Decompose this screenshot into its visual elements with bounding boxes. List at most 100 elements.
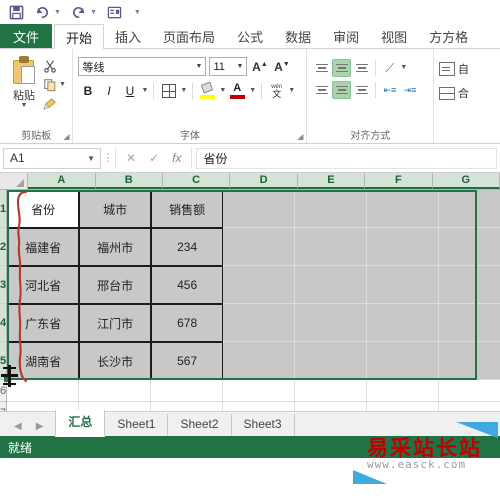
cell-c3[interactable]: 456 bbox=[151, 266, 224, 304]
column-header-e[interactable]: E bbox=[297, 173, 366, 189]
cell-g4[interactable] bbox=[439, 304, 500, 342]
tab-insert[interactable]: 插入 bbox=[104, 24, 152, 48]
font-name-dropdown-icon[interactable]: ▼ bbox=[196, 63, 203, 70]
clipboard-dialog-launcher-icon[interactable]: ◢ bbox=[63, 132, 69, 141]
row-header-4[interactable]: 4 bbox=[0, 304, 7, 342]
font-size-dropdown-icon[interactable]: ▼ bbox=[237, 63, 244, 70]
cell-b2[interactable]: 福州市 bbox=[79, 228, 152, 266]
sheet-tab-huizong[interactable]: 汇总 bbox=[55, 410, 106, 437]
cell-e7[interactable] bbox=[295, 402, 368, 411]
formula-input[interactable]: 省份 bbox=[196, 147, 497, 169]
cell-b1[interactable]: 城市 bbox=[79, 190, 152, 228]
redo-icon[interactable] bbox=[70, 4, 87, 21]
cell-e2[interactable] bbox=[295, 228, 368, 266]
cell-f3[interactable] bbox=[367, 266, 440, 304]
copy-dropdown-icon[interactable]: ▼ bbox=[59, 81, 66, 88]
row-header-3[interactable]: 3 bbox=[0, 266, 7, 304]
cell-c7[interactable] bbox=[151, 402, 224, 411]
row-header-2[interactable]: 2 bbox=[0, 228, 7, 266]
orientation-dropdown-icon[interactable]: ▼ bbox=[400, 64, 407, 71]
undo-dropdown-icon[interactable]: ▼ bbox=[54, 9, 61, 16]
cell-b5[interactable]: 长沙市 bbox=[79, 342, 152, 380]
tab-home[interactable]: 开始 bbox=[54, 24, 105, 49]
cell-f4[interactable] bbox=[367, 304, 440, 342]
italic-button[interactable]: I bbox=[99, 81, 118, 100]
format-painter-button[interactable] bbox=[43, 95, 66, 112]
row-header-1[interactable]: 1 bbox=[0, 190, 7, 228]
cell-g1[interactable] bbox=[439, 190, 500, 228]
cell-c6[interactable] bbox=[151, 380, 224, 402]
tab-review[interactable]: 审阅 bbox=[322, 24, 370, 48]
cell-e4[interactable] bbox=[295, 304, 368, 342]
phonetic-guide-button[interactable]: wén 文 bbox=[267, 81, 286, 100]
cell-c5[interactable]: 567 bbox=[151, 342, 224, 380]
align-top-button[interactable] bbox=[312, 59, 331, 77]
cell-b3[interactable]: 邢台市 bbox=[79, 266, 152, 304]
cell-e1[interactable] bbox=[295, 190, 368, 228]
cell-g3[interactable] bbox=[439, 266, 500, 304]
column-header-c[interactable]: C bbox=[162, 173, 231, 189]
redo-dropdown-icon[interactable]: ▼ bbox=[90, 9, 97, 16]
enter-formula-icon[interactable]: ✓ bbox=[149, 151, 159, 165]
cell-c2[interactable]: 234 bbox=[151, 228, 224, 266]
cell-c4[interactable]: 678 bbox=[151, 304, 224, 342]
cell-b4[interactable]: 江门市 bbox=[79, 304, 152, 342]
shrink-font-button[interactable]: A▼ bbox=[272, 60, 291, 74]
column-header-f[interactable]: F bbox=[365, 173, 433, 189]
font-dialog-launcher-icon[interactable]: ◢ bbox=[297, 132, 303, 141]
row-header-7[interactable]: 7 bbox=[0, 402, 7, 411]
tab-fanfangge[interactable]: 方方格 bbox=[418, 24, 479, 48]
cell-g5[interactable] bbox=[439, 342, 500, 380]
cell-d6[interactable] bbox=[223, 380, 296, 402]
decrease-indent-button[interactable]: ⇤≡ bbox=[380, 81, 399, 99]
increase-indent-button[interactable]: ⇥≡ bbox=[400, 81, 419, 99]
bold-button[interactable]: B bbox=[78, 81, 97, 100]
font-name-combobox[interactable]: 等线 ▼ bbox=[78, 57, 207, 76]
cell-d7[interactable] bbox=[223, 402, 296, 411]
tab-page-layout[interactable]: 页面布局 bbox=[152, 24, 226, 48]
name-box[interactable]: A1 ▼ bbox=[3, 147, 101, 169]
copy-button[interactable]: ▼ bbox=[43, 76, 66, 93]
select-all-corner[interactable] bbox=[0, 173, 29, 189]
cell-a2[interactable]: 福建省 bbox=[7, 228, 80, 266]
align-middle-button[interactable] bbox=[332, 59, 352, 77]
wrap-text-button[interactable]: 自 bbox=[439, 59, 469, 79]
cell-f6[interactable] bbox=[367, 380, 440, 402]
undo-icon[interactable] bbox=[34, 4, 51, 21]
sheet-prev-button[interactable]: ◀ bbox=[14, 421, 22, 432]
sheet-tab-sheet2[interactable]: Sheet2 bbox=[168, 414, 232, 436]
tab-file[interactable]: 文件 bbox=[0, 24, 53, 48]
save-icon[interactable] bbox=[8, 4, 25, 21]
insert-function-icon[interactable]: fx bbox=[172, 151, 181, 165]
cell-d2[interactable] bbox=[223, 228, 296, 266]
cell-a4[interactable]: 广东省 bbox=[7, 304, 80, 342]
column-header-a[interactable]: A bbox=[28, 173, 96, 189]
underline-button[interactable]: U bbox=[120, 81, 139, 100]
align-center-button[interactable] bbox=[332, 81, 352, 99]
cell-a1[interactable]: 省份 bbox=[7, 190, 80, 228]
cell-f7[interactable] bbox=[367, 402, 440, 411]
font-color-button[interactable]: A bbox=[228, 81, 247, 100]
align-left-button[interactable] bbox=[312, 81, 331, 99]
sheet-next-button[interactable]: ▶ bbox=[36, 421, 44, 432]
cell-g7[interactable] bbox=[439, 402, 500, 411]
align-bottom-button[interactable] bbox=[352, 59, 371, 77]
cell-b6[interactable] bbox=[79, 380, 152, 402]
cell-f2[interactable] bbox=[367, 228, 440, 266]
cell-a3[interactable]: 河北省 bbox=[7, 266, 80, 304]
underline-dropdown-icon[interactable]: ▼ bbox=[141, 87, 148, 94]
column-header-g[interactable]: G bbox=[432, 173, 500, 189]
fill-color-dropdown-icon[interactable]: ▼ bbox=[219, 87, 226, 94]
sheet-tab-sheet3[interactable]: Sheet3 bbox=[232, 414, 295, 436]
cell-d5[interactable] bbox=[223, 342, 296, 380]
cell-f5[interactable] bbox=[367, 342, 440, 380]
fill-color-button[interactable] bbox=[198, 81, 217, 100]
cell-e5[interactable] bbox=[295, 342, 368, 380]
paste-dropdown-icon[interactable]: ▼ bbox=[21, 102, 28, 109]
customize-qat-icon[interactable]: ▼ bbox=[134, 9, 141, 16]
borders-button[interactable] bbox=[159, 81, 178, 100]
merge-center-button[interactable]: 合 bbox=[439, 83, 469, 103]
tab-view[interactable]: 视图 bbox=[370, 24, 418, 48]
tab-data[interactable]: 数据 bbox=[274, 24, 322, 48]
cell-e3[interactable] bbox=[295, 266, 368, 304]
